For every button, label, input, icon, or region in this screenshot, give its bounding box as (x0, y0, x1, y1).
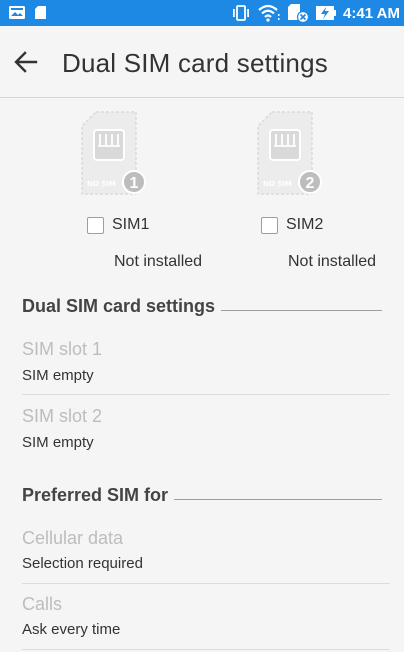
pref-summary: SIM empty (22, 367, 94, 384)
pref-title: Calls (22, 594, 63, 614)
vibrate-icon (233, 5, 250, 21)
pref-summary: SIM empty (22, 434, 94, 451)
row-divider (22, 394, 390, 395)
sim-card-icon: NO SIM 1 (81, 111, 146, 195)
section-title: Preferred SIM for (22, 485, 169, 505)
pref-calls[interactable]: Calls Ask every time (0, 593, 404, 649)
pref-cellular-data[interactable]: Cellular data Selection required (0, 527, 404, 583)
sim1-column: NO SIM 1 SIM1 Not installed (36, 99, 206, 282)
sim1-status: Not installed (114, 253, 203, 270)
status-time: 4:41 AM (343, 4, 400, 22)
section-divider (174, 499, 382, 500)
no-sim-icon (288, 4, 310, 23)
pref-title: SIM slot 2 (22, 406, 103, 426)
row-divider (22, 649, 390, 650)
no-sim-label: NO SIM (263, 180, 292, 188)
checkbox[interactable] (261, 216, 278, 234)
sim2-status: Not installed (288, 253, 377, 270)
page-title: Dual SIM card settings (62, 48, 328, 78)
pref-sim-slot-1[interactable]: SIM slot 1 SIM empty (0, 336, 404, 394)
battery-charging-icon (316, 6, 337, 20)
sd-card-icon (35, 6, 46, 19)
status-bar: 4:41 AM (0, 0, 404, 26)
section-header-dual-sim: Dual SIM card settings (22, 296, 382, 317)
sim-card-icon: NO SIM 2 (257, 111, 322, 195)
pref-summary: Ask every time (22, 621, 121, 638)
section-header-preferred-sim: Preferred SIM for (22, 485, 382, 506)
sim-number-badge: 2 (306, 175, 315, 192)
sim-number-badge: 1 (130, 175, 139, 192)
pref-title: Cellular data (22, 528, 124, 548)
sim2-label: SIM2 (286, 216, 324, 233)
arrow-left-icon[interactable] (12, 48, 40, 76)
sim1-checkbox[interactable]: SIM1 (87, 216, 149, 234)
pref-summary: Selection required (22, 555, 143, 572)
sim2-checkbox[interactable]: SIM2 (261, 216, 323, 234)
no-sim-label: NO SIM (87, 180, 116, 188)
pref-title: SIM slot 1 (22, 339, 103, 359)
section-divider (221, 310, 382, 311)
image-notification-icon (9, 6, 25, 19)
app-header: Dual SIM card settings (0, 26, 404, 98)
checkbox[interactable] (87, 216, 104, 234)
row-divider (22, 583, 390, 584)
sim-cards-area: NO SIM 1 SIM1 Not installed NO SIM 2 SIM… (0, 99, 404, 282)
sim2-column: NO SIM 2 SIM2 Not installed (224, 99, 394, 282)
wifi-icon (258, 4, 280, 22)
pref-sim-slot-2[interactable]: SIM slot 2 SIM empty (0, 404, 404, 462)
section-title: Dual SIM card settings (22, 296, 216, 316)
sim1-label: SIM1 (112, 216, 150, 233)
